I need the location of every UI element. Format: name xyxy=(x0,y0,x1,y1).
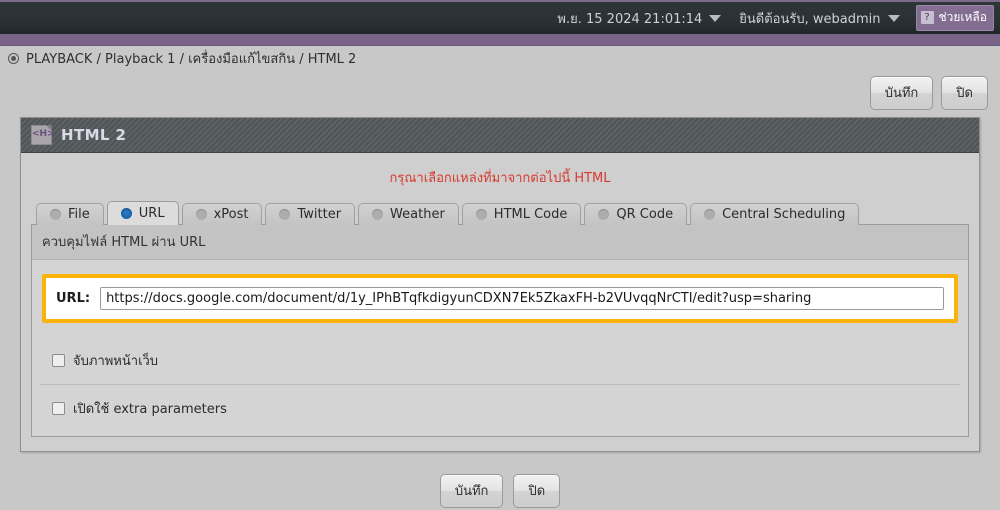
url-field-area: URL: จับภาพหน้าเว็บ เปิดใช้ extra parame… xyxy=(32,260,968,436)
radio-icon xyxy=(475,209,487,220)
accent-bar xyxy=(0,34,1000,46)
tab-central-scheduling[interactable]: Central Scheduling xyxy=(690,203,860,225)
section-header: ควบคุมไฟล์ HTML ผ่าน URL xyxy=(32,225,968,260)
close-button-top[interactable]: ปิด xyxy=(941,76,988,110)
tab-file[interactable]: File xyxy=(36,203,104,225)
panel-title-bar: <H> HTML 2 xyxy=(21,118,979,153)
html-file-icon-text: <H> xyxy=(32,129,55,139)
radio-icon xyxy=(598,209,610,220)
panel-title: HTML 2 xyxy=(61,126,127,144)
html-settings-panel: <H> HTML 2 กรุณาเลือกแหล่งที่มาจากต่อไปน… xyxy=(20,117,980,452)
tab-html-code[interactable]: HTML Code xyxy=(461,203,582,225)
save-button-top[interactable]: บันทึก xyxy=(869,76,934,110)
tab-qr-code[interactable]: QR Code xyxy=(584,203,688,225)
tab-label: Central Scheduling xyxy=(722,207,846,222)
top-bar: พ.ย. 15 2024 21:01:14 ยินดีต้อนรับ, weba… xyxy=(0,0,1000,34)
question-mark-icon: ? xyxy=(920,11,934,24)
datetime-label: พ.ย. 15 2024 21:01:14 xyxy=(557,11,703,27)
top-action-bar: บันทึก ปิด xyxy=(0,70,1000,117)
url-input[interactable] xyxy=(100,287,944,310)
chevron-down-icon xyxy=(887,14,900,22)
extra-parameters-label: เปิดใช้ extra parameters xyxy=(73,402,227,417)
tab-label: URL xyxy=(138,206,165,221)
checkbox-extra-parameters[interactable] xyxy=(52,402,65,415)
tab-twitter[interactable]: Twitter xyxy=(265,203,356,225)
help-button-label: ช่วยเหลือ xyxy=(938,10,988,24)
tab-label: HTML Code xyxy=(493,207,568,222)
user-greeting-label: ยินดีต้อนรับ, webadmin xyxy=(739,11,881,27)
extra-parameters-row[interactable]: เปิดใช้ extra parameters xyxy=(40,385,960,432)
radio-icon xyxy=(279,209,291,220)
save-button-bottom[interactable]: บันทึก xyxy=(439,474,504,508)
breadcrumb: PLAYBACK / Playback 1 / เครื่องมือแก้ไขส… xyxy=(0,46,1000,70)
tab-xpost[interactable]: xPost xyxy=(181,203,263,225)
html-file-icon: <H> xyxy=(31,125,55,145)
checkbox-capture-webpage[interactable] xyxy=(52,354,65,367)
tab-url[interactable]: URL xyxy=(106,201,179,225)
tab-label: QR Code xyxy=(616,207,674,222)
help-button[interactable]: ? ช่วยเหลือ xyxy=(915,5,994,31)
tab-label: xPost xyxy=(213,207,249,222)
capture-webpage-row[interactable]: จับภาพหน้าเว็บ xyxy=(40,337,960,385)
url-tab-panel: ควบคุมไฟล์ HTML ผ่าน URL URL: จับภาพหน้า… xyxy=(31,225,969,437)
radio-icon xyxy=(50,209,61,220)
radio-icon xyxy=(195,209,207,220)
target-icon xyxy=(8,52,19,64)
tab-weather[interactable]: Weather xyxy=(358,203,459,225)
tab-label: File xyxy=(68,207,90,222)
url-field-row: URL: xyxy=(42,274,958,323)
tab-label: Weather xyxy=(390,207,445,222)
breadcrumb-text: PLAYBACK / Playback 1 / เครื่องมือแก้ไขส… xyxy=(26,51,357,67)
datetime-menu[interactable]: พ.ย. 15 2024 21:01:14 xyxy=(557,8,722,29)
tab-label: Twitter xyxy=(297,207,342,222)
source-tabs: File URL xPost Twitter Weather HTML Code xyxy=(31,200,969,225)
chevron-down-icon xyxy=(709,14,722,22)
user-menu[interactable]: ยินดีต้อนรับ, webadmin xyxy=(739,8,900,29)
close-button-bottom[interactable]: ปิด xyxy=(513,474,561,508)
source-selection-notice: กรุณาเลือกแหล่งที่มาจากต่อไปนี้ HTML xyxy=(389,171,611,186)
capture-webpage-label: จับภาพหน้าเว็บ xyxy=(73,354,159,369)
bottom-action-bar: บันทึก ปิด xyxy=(0,452,1000,508)
panel-body: กรุณาเลือกแหล่งที่มาจากต่อไปนี้ HTML Fil… xyxy=(21,153,979,451)
url-field-label: URL: xyxy=(56,291,91,306)
radio-icon xyxy=(372,209,384,220)
radio-icon xyxy=(704,209,716,220)
radio-icon-selected xyxy=(120,208,132,219)
